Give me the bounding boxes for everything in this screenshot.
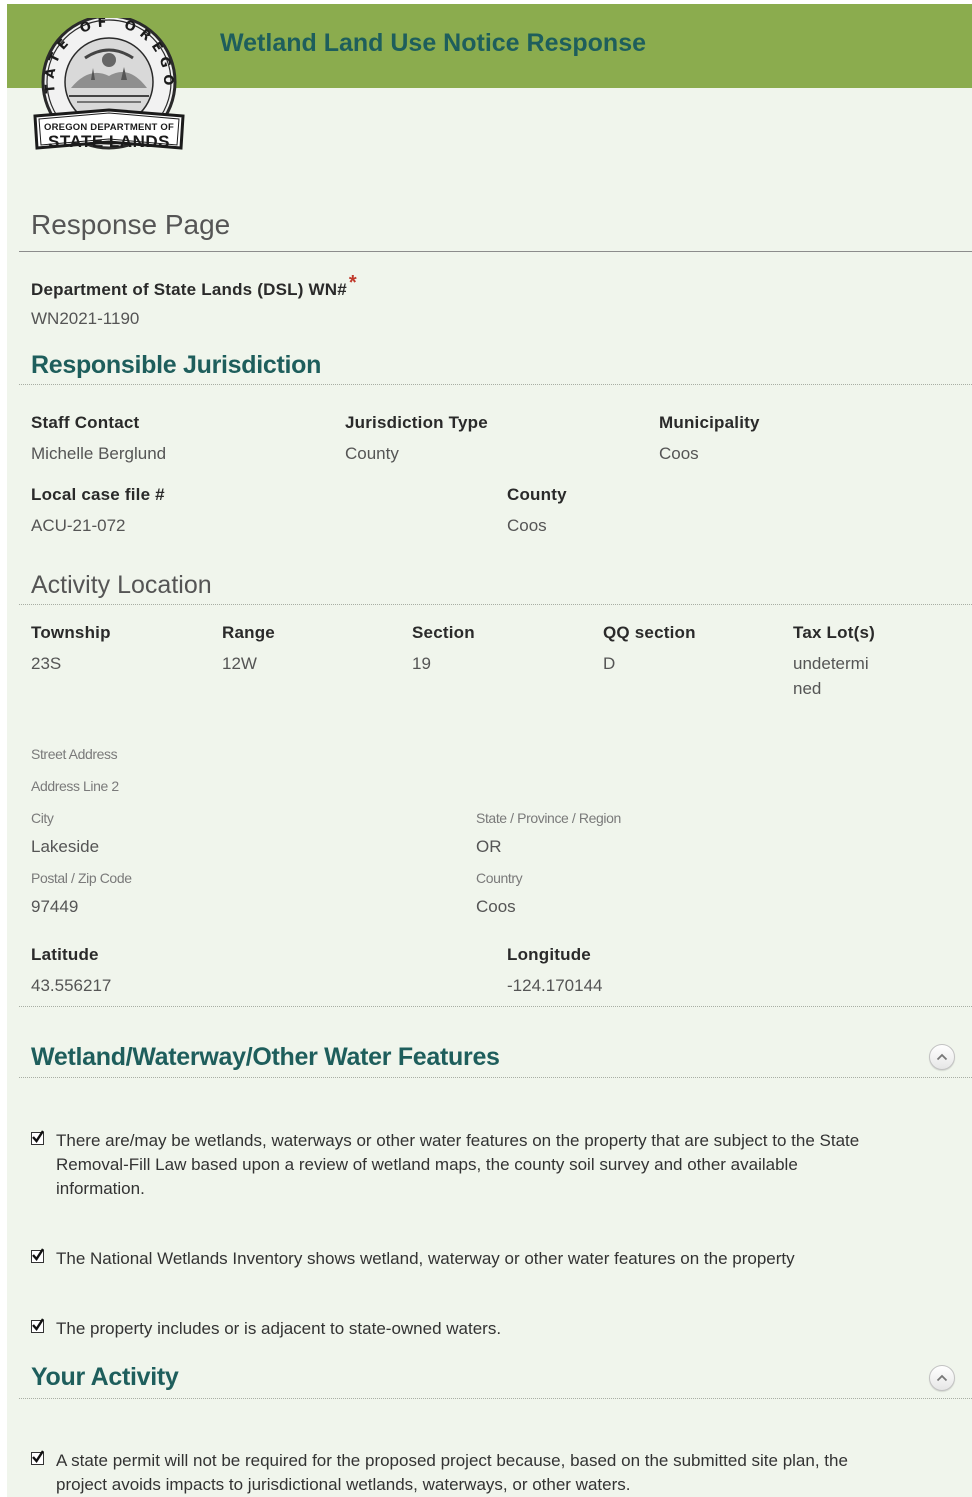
chevron-up-icon [936,1053,948,1061]
section-responsible-jurisdiction: Responsible Jurisdiction [31,351,322,379]
location-divider [19,604,972,605]
section-value: 19 [412,654,431,673]
water-feature-checkbox-2[interactable] [31,1248,44,1263]
water-feature-text-1: There are/may be wetlands, waterways or … [56,1131,860,1198]
qq-section-value: D [603,654,616,673]
jurisdiction-type-label: Jurisdiction Type [345,413,488,432]
township-value: 23S [31,654,62,673]
water-feature-checkbox-3[interactable] [31,1318,44,1333]
country-label: Country [476,870,523,886]
wn-label: Department of State Lands (DSL) WN# * [31,272,357,301]
state-label: State / Province / Region [476,810,621,826]
postal-value: 97449 [31,897,79,916]
logo-line-2: STATE LANDS [48,132,170,151]
qq-section-label: QQ section [603,623,696,642]
page: Wetland Land Use Notice Response STATE O… [7,4,972,1497]
title-divider [19,251,972,252]
wn-value: WN2021-1190 [31,309,140,328]
tax-lots-label: Tax Lot(s) [793,623,875,642]
local-case-file-value: ACU-21-072 [31,516,126,535]
municipality-value: Coos [659,444,699,463]
water-features-divider [19,1077,972,1078]
county-value: Coos [507,516,547,535]
country-value: Coos [476,897,516,916]
water-features-collapse-button[interactable] [929,1044,955,1070]
section-label: Section [412,623,475,642]
dsl-logo: STATE OF OREGON OREGON DEPARTMENT OF STA… [21,7,189,160]
header-title: Wetland Land Use Notice Response [220,29,647,57]
activity-text-1: A state permit will not be required for … [56,1451,848,1494]
state-value: OR [476,837,502,856]
county-label: County [507,485,567,504]
water-feature-text-2: The National Wetlands Inventory shows we… [56,1249,795,1268]
section-your-activity: Your Activity [31,1363,179,1391]
township-label: Township [31,623,111,642]
jurisdiction-type-value: County [345,444,399,463]
page-title: Response Page [31,209,231,240]
activity-checkbox-1[interactable] [31,1450,44,1465]
address-line2-label: Address Line 2 [31,778,119,794]
wn-label-text: Department of State Lands (DSL) WN# [31,280,347,299]
activity-divider [19,1398,972,1399]
coords-divider [19,1006,972,1007]
jurisdiction-divider [19,384,972,385]
staff-contact-value: Michelle Berglund [31,444,167,463]
city-label: City [31,810,54,826]
checkmark-icon [32,1318,44,1331]
postal-label: Postal / Zip Code [31,870,132,886]
required-asterisk: * [348,272,357,294]
checkmark-icon [32,1130,44,1143]
longitude-value: -124.170144 [507,976,603,995]
checkmark-icon [32,1450,44,1463]
latitude-value: 43.556217 [31,976,112,995]
range-label: Range [222,623,275,642]
checkmark-icon [32,1248,44,1261]
latitude-label: Latitude [31,945,99,964]
water-feature-checkbox-1[interactable] [31,1130,44,1145]
street-address-label: Street Address [31,746,118,762]
municipality-label: Municipality [659,413,760,432]
your-activity-collapse-button[interactable] [929,1365,955,1391]
section-water-features: Wetland/Waterway/Other Water Features [31,1043,500,1071]
longitude-label: Longitude [507,945,591,964]
city-value: Lakeside [31,837,100,856]
range-value: 12W [222,654,257,673]
local-case-file-label: Local case file # [31,485,165,504]
section-activity-location: Activity Location [31,571,212,599]
water-feature-text-3: The property includes or is adjacent to … [56,1319,502,1338]
tax-lots-value: undetermined [793,654,869,698]
chevron-up-icon [936,1374,948,1382]
staff-contact-label: Staff Contact [31,413,140,432]
